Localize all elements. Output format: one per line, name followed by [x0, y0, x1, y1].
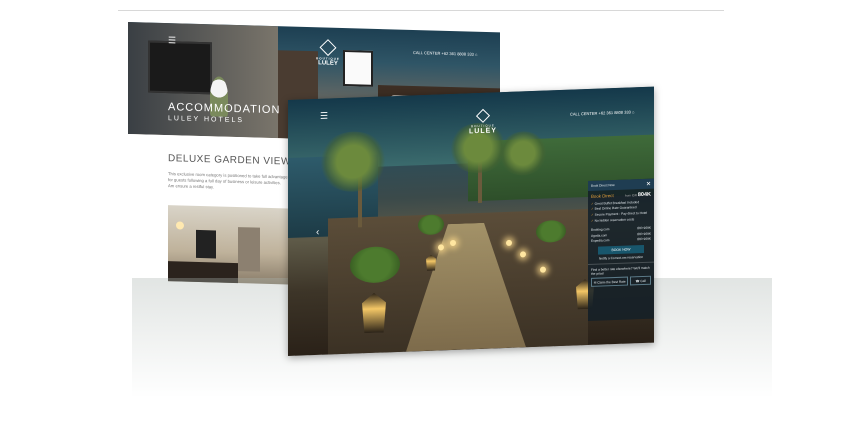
- hamburger-icon[interactable]: ☰: [320, 111, 328, 122]
- top-divider: [118, 10, 724, 11]
- check-icon: ✓: [591, 201, 594, 206]
- claim-label: Claim the Best Rate: [597, 279, 626, 285]
- logo-diamond-icon: [319, 39, 337, 57]
- booking-title: Book Direct Now: [591, 183, 615, 188]
- room-tv: [196, 229, 216, 259]
- room-photo: [168, 205, 288, 285]
- home-icon[interactable]: ⌂: [632, 109, 634, 114]
- chat-icon: ✉: [593, 280, 597, 285]
- ota-name: Expedia.com: [591, 238, 610, 244]
- ota-name: Agoda.com: [591, 233, 608, 238]
- notify-link[interactable]: Notify a Correct.om reservation: [588, 254, 654, 262]
- home-icon[interactable]: ⌂: [475, 52, 477, 57]
- ota-price: IDR 969K: [637, 231, 651, 236]
- hamburger-icon[interactable]: ☰: [168, 35, 176, 46]
- booking-actions: ✉ Claim the Best Rate ☎ Call: [588, 275, 654, 288]
- ota-name: Booking.com: [591, 227, 610, 233]
- logo-diamond-icon: [475, 108, 491, 123]
- wall-art: [343, 50, 373, 87]
- direct-price: 804K: [637, 191, 651, 199]
- ota-price: IDR 969K: [637, 225, 651, 231]
- room-tv: [148, 40, 212, 95]
- claim-best-rate-button[interactable]: ✉ Claim the Best Rate: [591, 276, 629, 288]
- chevron-left-icon[interactable]: ‹: [316, 227, 319, 238]
- logo-name: LULEY: [318, 60, 338, 67]
- room-doorway: [238, 227, 260, 272]
- lamp: [176, 221, 184, 230]
- check-icon: ✓: [591, 212, 594, 217]
- check-icon: ✓: [591, 207, 594, 212]
- hotel-logo[interactable]: BOUTIQUE LULEY: [313, 39, 343, 67]
- call-center[interactable]: CALL CENTER +62 361 8808 333 ⌂: [413, 50, 477, 57]
- logo-name: LULEY: [469, 127, 497, 136]
- check-icon: ✓: [591, 218, 594, 223]
- booking-widget: Book Direct Now ✕ Book Direct from IDR 8…: [588, 178, 654, 321]
- room-heading: DELUXE GARDEN VIEW: [168, 153, 291, 168]
- ota-price: IDR 969K: [637, 237, 651, 242]
- from-label: from IDR: [624, 193, 637, 198]
- close-icon[interactable]: ✕: [646, 180, 651, 187]
- room-description: This exclusive room category is position…: [168, 171, 288, 190]
- phone-icon: ☎: [635, 278, 640, 283]
- call-button[interactable]: ☎ Call: [630, 275, 651, 286]
- direct-label: Book Direct: [591, 193, 614, 199]
- garden-page-screenshot: ☰ BOUTIQUE LULEY CALL CENTER +62 361 880…: [288, 86, 654, 356]
- hotel-logo[interactable]: BOUTIQUE LULEY: [468, 108, 498, 136]
- call-label: Call: [640, 278, 646, 283]
- call-center-text: CALL CENTER +62 361 8808 333: [413, 49, 474, 57]
